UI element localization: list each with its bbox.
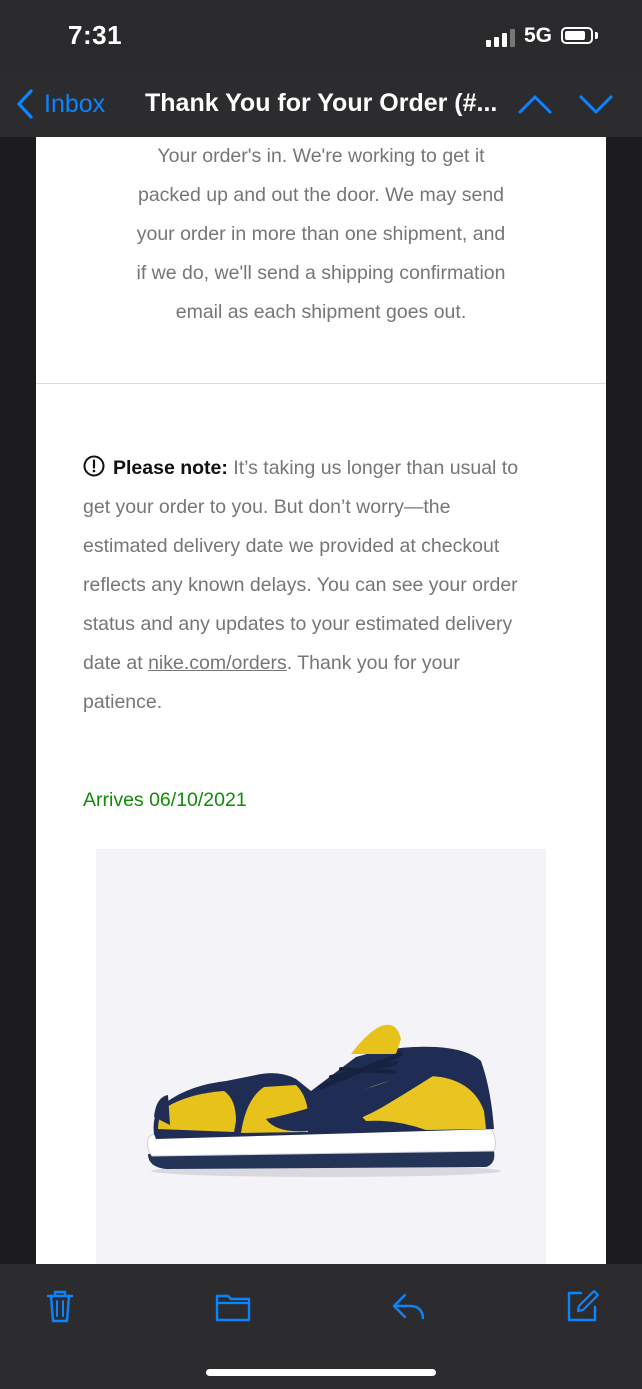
reply-icon[interactable] bbox=[390, 1288, 426, 1324]
arrival-date: Arrives 06/10/2021 bbox=[83, 789, 247, 811]
network-type: 5G bbox=[524, 24, 553, 47]
compose-icon[interactable] bbox=[564, 1288, 600, 1324]
order-intro-text: Your order's in. We're working to get it… bbox=[36, 137, 606, 332]
back-label: Inbox bbox=[44, 89, 106, 118]
note-text: get your order to you. But don’t worry—t… bbox=[83, 496, 451, 518]
next-message-chevron-down-icon[interactable] bbox=[578, 90, 614, 118]
status-bar: 7:31 5G bbox=[0, 0, 642, 72]
note-label: Please note: bbox=[113, 457, 228, 479]
email-subject-title: Thank You for Your Order (#... bbox=[145, 89, 498, 117]
intro-line: packed up and out the door. We may send bbox=[137, 184, 505, 206]
intro-line: Your order's in. We're working to get it bbox=[157, 145, 485, 167]
note-text: status and any updates to your estimated… bbox=[83, 613, 513, 635]
nav-bar: Inbox Thank You for Your Order (#... bbox=[0, 72, 642, 137]
exclamation-circle-icon bbox=[83, 455, 105, 477]
note-text: date at bbox=[83, 652, 149, 674]
trash-icon[interactable] bbox=[42, 1288, 78, 1324]
intro-line: your order in more than one shipment, an… bbox=[136, 223, 506, 245]
intro-line: email as each shipment goes out. bbox=[175, 301, 467, 323]
orders-link[interactable]: nike.com/orders bbox=[148, 652, 287, 674]
email-body: Your order's in. We're working to get it… bbox=[36, 137, 606, 1264]
battery-tip bbox=[595, 32, 598, 39]
home-indicator[interactable] bbox=[206, 1369, 436, 1376]
cellular-signal-icon bbox=[486, 29, 516, 47]
note-text: . Thank you for your bbox=[286, 652, 460, 674]
note-text: patience. bbox=[83, 691, 163, 713]
sneaker-illustration bbox=[147, 1024, 501, 1177]
status-time: 7:31 bbox=[68, 20, 123, 50]
note-text: reflects any known delays. You can see y… bbox=[83, 574, 518, 596]
section-divider bbox=[36, 383, 606, 384]
intro-line: if we do, we'll send a shipping confirma… bbox=[136, 262, 506, 284]
note-text: estimated delivery date we provided at c… bbox=[83, 535, 500, 557]
battery-icon bbox=[561, 27, 593, 44]
chevron-left-icon bbox=[17, 89, 33, 119]
delay-note: Please note: It’s taking us longer than … bbox=[83, 449, 563, 722]
product-image[interactable] bbox=[96, 849, 546, 1264]
back-to-inbox-button[interactable]: Inbox bbox=[16, 86, 105, 122]
previous-message-chevron-up-icon[interactable] bbox=[517, 90, 553, 118]
folder-icon[interactable] bbox=[214, 1288, 252, 1324]
note-text: It’s taking us longer than usual to bbox=[227, 457, 519, 479]
